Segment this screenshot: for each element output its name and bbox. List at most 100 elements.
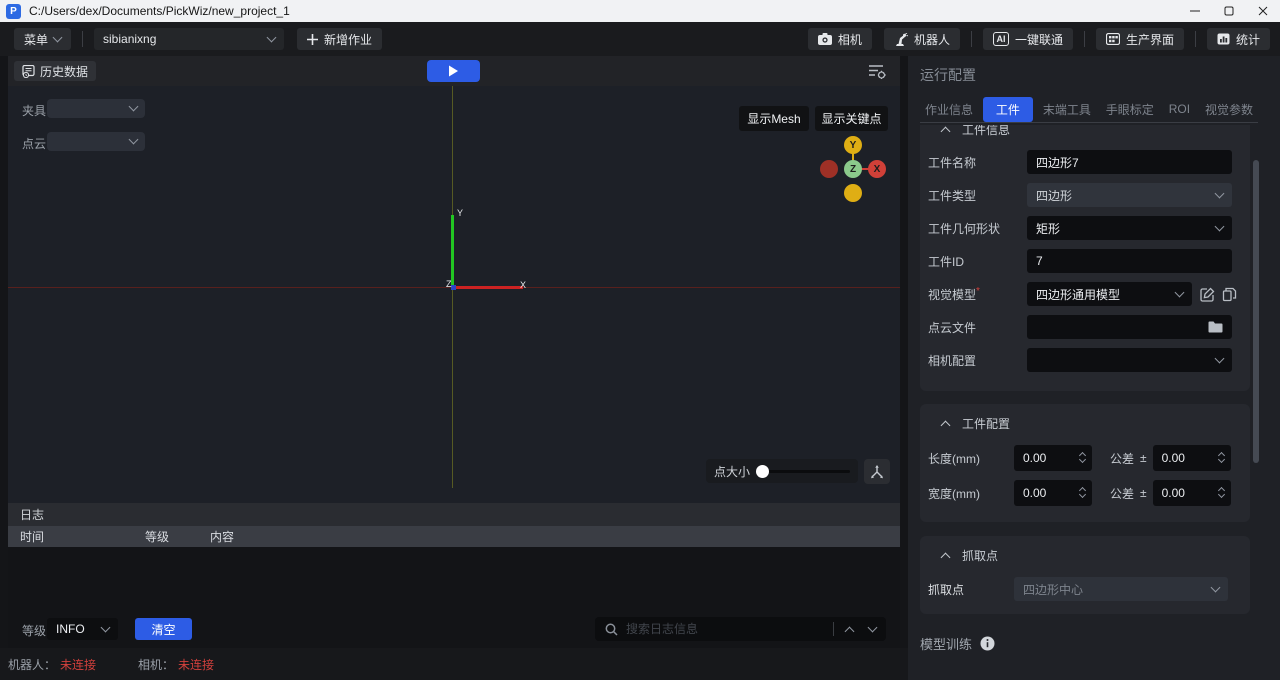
plus-minus-sign: ± — [1140, 451, 1147, 465]
chevron-down-icon — [1215, 188, 1225, 198]
tab-roi[interactable]: ROI — [1164, 99, 1195, 119]
collapse-icon — [941, 420, 951, 430]
pointcloud-file-input[interactable] — [1027, 315, 1232, 339]
tab-hand-eye-calibration[interactable]: 手眼标定 — [1101, 98, 1159, 121]
scrollbar-thumb[interactable] — [1253, 160, 1259, 463]
edit-model-button[interactable] — [1199, 286, 1216, 303]
plus-icon — [307, 34, 318, 45]
workpiece-config-header[interactable]: 工件配置 — [920, 410, 1250, 436]
workpiece-info-header[interactable]: 工件信息 — [920, 125, 1250, 142]
workpiece-id-input[interactable] — [1027, 249, 1232, 273]
close-button[interactable] — [1246, 0, 1280, 22]
workpiece-shape-select[interactable]: 矩形 — [1027, 216, 1232, 240]
field-row: 视觉模型* 四边形通用模型 — [920, 281, 1250, 307]
width-tolerance-label: 公差 — [1110, 485, 1134, 502]
search-next-icon[interactable] — [868, 622, 878, 632]
tabs-divider — [920, 122, 1258, 123]
add-job-button[interactable]: 新增作业 — [297, 28, 382, 50]
chevron-down-icon — [1175, 287, 1185, 297]
toolbar-divider — [971, 31, 972, 47]
window-controls — [1178, 0, 1280, 22]
show-keypoints-button[interactable]: 显示关键点 — [815, 106, 888, 131]
point-size-slider-knob[interactable] — [756, 465, 769, 478]
workpiece-type-select[interactable]: 四边形 — [1027, 183, 1232, 207]
axis-y-line — [451, 215, 454, 288]
spin-down-icon[interactable] — [1079, 491, 1086, 498]
field-row: 抓取点 四边形中心 — [920, 576, 1250, 602]
vision-model-select[interactable]: 四边形通用模型 — [1027, 282, 1192, 306]
pointcloud-select[interactable] — [47, 132, 145, 151]
chevron-down-icon — [129, 135, 139, 145]
grasp-point-label: 抓取点 — [920, 581, 1014, 598]
width-tolerance-spinner[interactable]: 0.00 — [1153, 480, 1231, 506]
point-size-slider[interactable] — [758, 470, 850, 473]
info-icon[interactable] — [980, 636, 995, 651]
spinner-arrows — [1080, 484, 1085, 497]
log-column-time: 时间 — [8, 528, 145, 545]
log-level-select[interactable]: INFO — [47, 618, 118, 640]
tab-end-tool[interactable]: 末端工具 — [1038, 98, 1096, 121]
spin-down-icon[interactable] — [1218, 456, 1225, 463]
log-search-box — [595, 617, 886, 641]
length-spinner[interactable]: 0.00 — [1014, 445, 1092, 471]
one-key-connect-button[interactable]: AI 一键联通 — [983, 28, 1073, 50]
log-search-input[interactable] — [626, 622, 833, 636]
grasp-point-header[interactable]: 抓取点 — [920, 542, 1250, 568]
workpiece-name-input[interactable] — [1027, 150, 1232, 174]
length-tolerance-spinner[interactable]: 0.00 — [1153, 445, 1231, 471]
search-prev-icon[interactable] — [845, 626, 855, 636]
stats-button[interactable]: 统计 — [1207, 28, 1270, 50]
config-tabs: 作业信息 工件 末端工具 手眼标定 ROI 视觉参数 — [920, 98, 1258, 120]
camera-config-label: 相机配置 — [920, 352, 1027, 369]
axis-x-label: X — [520, 280, 526, 290]
toolbar-divider — [1195, 31, 1196, 47]
history-data-button[interactable]: 历史数据 — [14, 61, 96, 81]
gizmo-z-ball[interactable]: Z — [844, 160, 862, 178]
robot-button-label: 机器人 — [914, 31, 950, 48]
camera-config-select[interactable] — [1027, 348, 1232, 372]
chevron-down-icon — [129, 102, 139, 112]
field-row: 工件ID — [920, 248, 1250, 274]
job-select[interactable]: sibianixng — [94, 28, 284, 50]
gizmo-y-ball[interactable]: Y — [844, 136, 862, 154]
run-button[interactable] — [427, 60, 480, 82]
robot-button[interactable]: 机器人 — [884, 28, 960, 50]
spin-down-icon[interactable] — [1218, 491, 1225, 498]
camera-button[interactable]: 相机 — [808, 28, 872, 50]
gizmo-neg-x-ball[interactable] — [820, 160, 838, 178]
collapse-icon — [941, 126, 951, 136]
camera-status-value: 未连接 — [178, 656, 214, 673]
main-toolbar: 菜单 sibianixng 新增作业 相机 机器人 AI 一键联通 — [0, 22, 1280, 56]
config-scroll-area: 工件信息 工件名称 工件类型 四边形 工件几何形状 矩形 — [920, 125, 1250, 680]
chevron-down-icon — [101, 622, 111, 632]
length-tolerance-label: 公差 — [1110, 450, 1134, 467]
maximize-button[interactable] — [1212, 0, 1246, 22]
history-data-icon — [22, 65, 35, 78]
length-tolerance-value: 0.00 — [1162, 451, 1185, 465]
fixture-select[interactable] — [47, 99, 145, 118]
clear-log-button[interactable]: 清空 — [135, 618, 192, 640]
spin-down-icon[interactable] — [1079, 456, 1086, 463]
tab-workpiece[interactable]: 工件 — [983, 97, 1033, 122]
add-job-label: 新增作业 — [324, 31, 372, 48]
production-ui-button[interactable]: 生产界面 — [1096, 28, 1184, 50]
viewport-settings-button[interactable] — [866, 63, 888, 79]
vision-model-value: 四边形通用模型 — [1036, 286, 1120, 303]
grasp-point-select[interactable]: 四边形中心 — [1014, 577, 1228, 601]
minimize-button[interactable] — [1178, 0, 1212, 22]
field-row: 相机配置 — [920, 347, 1250, 373]
point-size-control: 点大小 — [706, 459, 858, 483]
tab-job-info[interactable]: 作业信息 — [920, 98, 978, 121]
gizmo-neg-y-ball[interactable] — [844, 184, 862, 202]
menu-button[interactable]: 菜单 — [14, 28, 71, 50]
show-mesh-button[interactable]: 显示Mesh — [739, 106, 809, 131]
width-spinner[interactable]: 0.00 — [1014, 480, 1092, 506]
reset-view-button[interactable] — [864, 459, 890, 484]
tab-vision-params[interactable]: 视觉参数 — [1200, 98, 1258, 121]
copy-model-button[interactable] — [1221, 286, 1238, 303]
orientation-gizmo[interactable]: Y Z X — [820, 136, 890, 206]
field-row: 工件类型 四边形 — [920, 182, 1250, 208]
close-icon — [1258, 6, 1268, 16]
gizmo-x-ball[interactable]: X — [868, 160, 886, 178]
viewport-3d[interactable]: Y X Z 夹具 点云 显示Mesh 显示关键点 Y Z X 点大小 — [8, 86, 900, 503]
